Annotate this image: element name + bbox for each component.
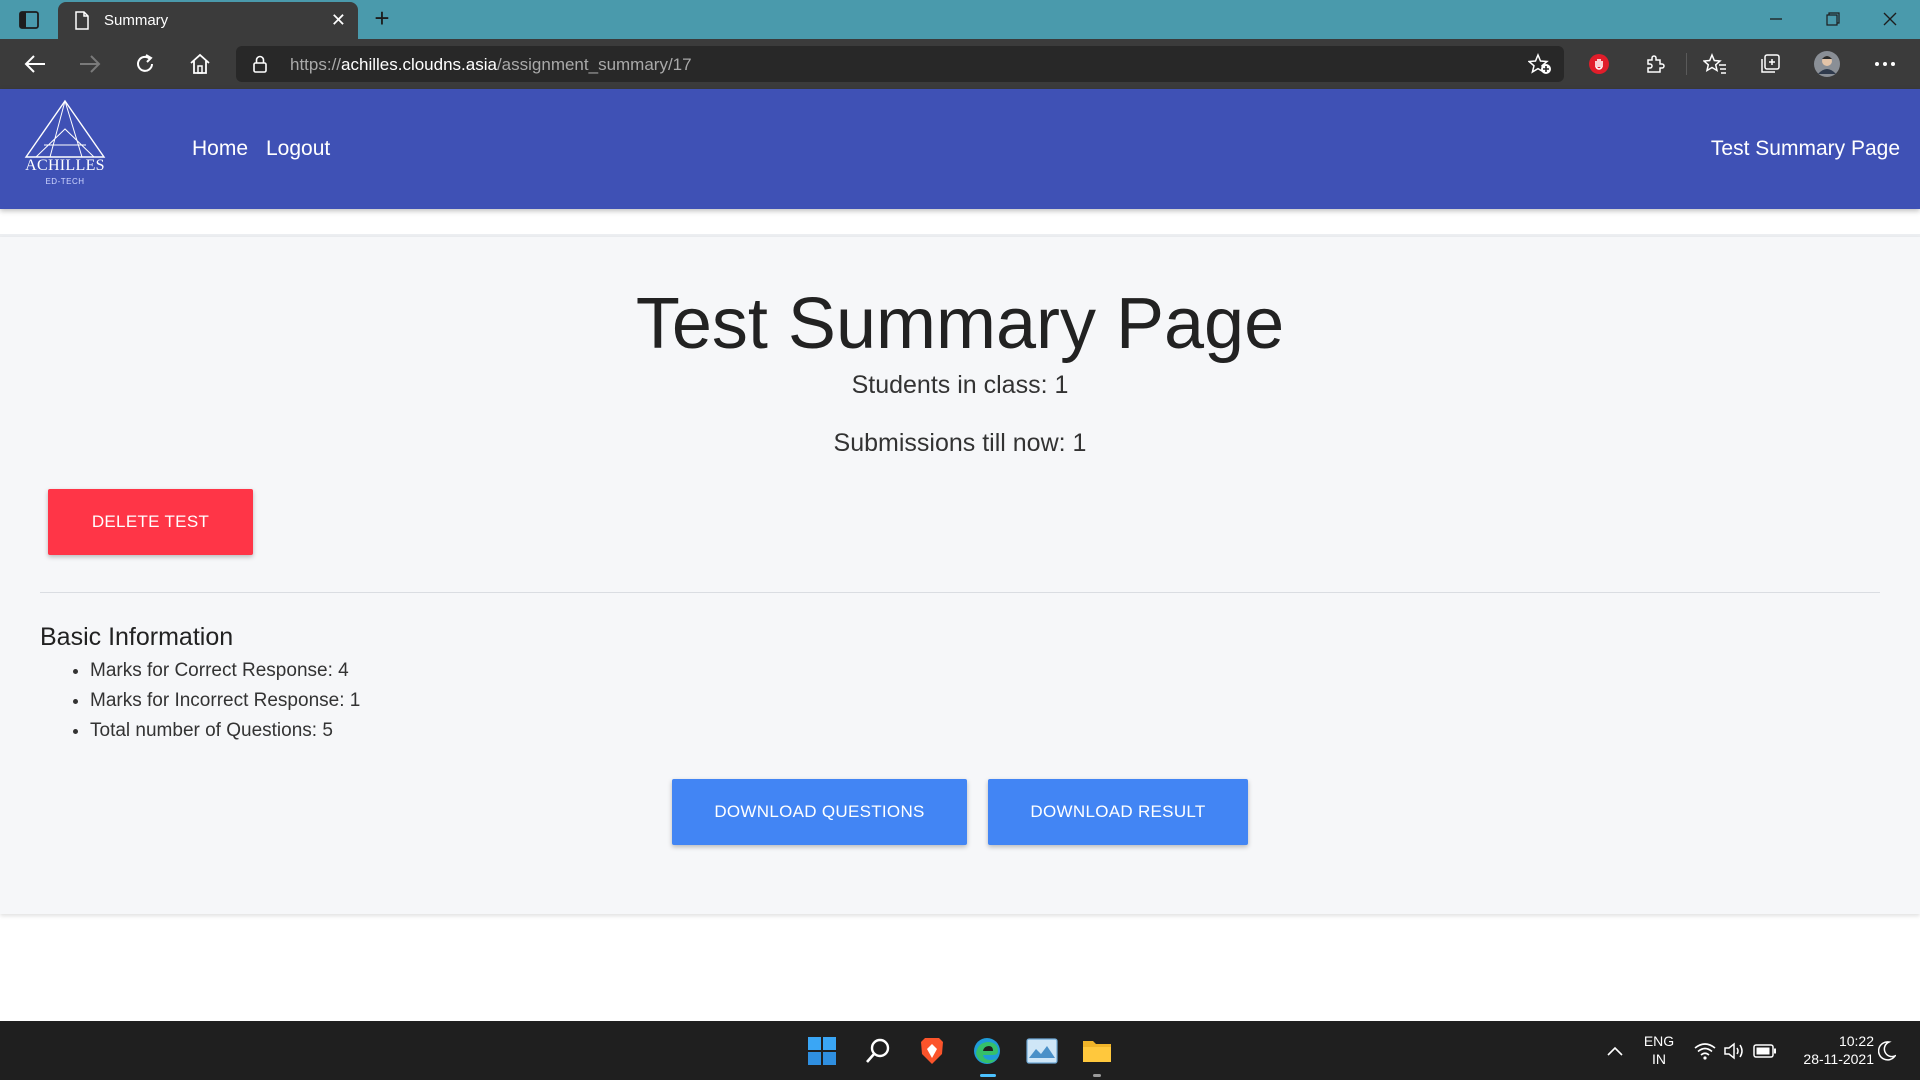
region-code: IN [1652,1051,1666,1067]
browser-tab-summary[interactable]: Summary ✕ [58,2,358,39]
url-text[interactable]: https://achilles.cloudns.asia/assignment… [290,55,692,75]
download-questions-button[interactable]: DOWNLOAD QUESTIONS [672,779,967,845]
clock-date: 28-11-2021 [1803,1051,1874,1067]
page-title: Test Summary Page [635,284,1285,364]
forward-icon[interactable] [75,50,105,78]
file-explorer-icon[interactable] [1079,1033,1115,1069]
list-item: Marks for Correct Response: 4 [90,656,360,686]
favorites-icon[interactable] [1700,50,1730,78]
url-scheme: https:// [290,55,342,74]
profile-avatar[interactable] [1812,50,1842,78]
browser-toolbar: https://achilles.cloudns.asia/assignment… [0,39,1920,89]
toolbar-separator [1686,53,1687,75]
home-icon[interactable] [185,50,215,78]
taskbar: ENG IN 10:22 28-11-2021 [0,1021,1920,1080]
open-app-indicator [1093,1074,1101,1077]
volume-icon[interactable] [1718,1033,1752,1069]
clock[interactable]: 10:22 28-11-2021 [1792,1032,1874,1068]
web-page: ACHILLES ED-TECH Home Logout Test Summar… [0,89,1920,1021]
basic-information-heading: Basic Information [40,623,234,651]
focus-assist-moon-icon[interactable] [1870,1033,1904,1069]
tab-title: Summary [104,12,169,29]
browser-tab-strip: Summary ✕ + [0,0,1920,39]
search-icon[interactable] [860,1033,896,1069]
wifi-icon[interactable] [1688,1033,1722,1069]
edge-browser-icon[interactable] [969,1033,1005,1069]
site-navbar: ACHILLES ED-TECH Home Logout Test Summar… [0,89,1920,209]
nav-link-logout[interactable]: Logout [266,137,330,161]
collections-icon[interactable] [1755,50,1785,78]
achilles-logo[interactable]: ACHILLES ED-TECH [22,99,108,197]
close-window-icon[interactable] [1876,6,1904,32]
close-tab-icon[interactable]: ✕ [331,10,346,30]
windows-start-icon[interactable] [804,1033,840,1069]
url-host: achilles.cloudns.asia [341,55,497,74]
refresh-icon[interactable] [130,50,160,78]
more-options-icon[interactable] [1870,50,1900,78]
restore-icon[interactable] [1819,6,1847,32]
chevron-up-icon[interactable] [1598,1033,1632,1069]
url-path: /assignment_summary/17 [496,55,692,74]
minimize-icon[interactable] [1762,6,1790,32]
list-item: Total number of Questions: 5 [90,716,360,746]
extensions-icon[interactable] [1640,50,1670,78]
navbar-page-title: Test Summary Page [1710,137,1900,160]
back-icon[interactable] [20,50,50,78]
address-bar[interactable]: https://achilles.cloudns.asia/assignment… [236,46,1564,82]
basic-information-list: Marks for Correct Response: 4 Marks for … [90,656,360,746]
summary-card: Test Summary Page Students in class: 1 S… [0,237,1920,914]
logo-icon [24,99,106,158]
add-favorite-icon[interactable] [1527,53,1552,80]
list-item: Marks for Incorrect Response: 1 [90,686,360,716]
nav-link-home[interactable]: Home [192,137,248,161]
download-result-button[interactable]: DOWNLOAD RESULT [988,779,1248,845]
battery-icon[interactable] [1748,1033,1782,1069]
extension-block-icon[interactable] [1584,50,1614,78]
submissions-count: Submissions till now: 1 [833,429,1087,457]
lock-icon[interactable] [252,55,268,78]
page-icon [74,11,90,35]
language-indicator[interactable]: ENG IN [1640,1032,1678,1068]
logo-subtitle: ED-TECH [45,177,85,186]
photos-app-icon[interactable] [1024,1033,1060,1069]
new-tab-button[interactable]: + [368,5,396,33]
delete-test-button[interactable]: DELETE TEST [48,489,253,555]
brave-browser-icon[interactable] [914,1033,950,1069]
section-divider [40,592,1880,593]
active-app-indicator [980,1074,996,1077]
clock-time: 10:22 [1838,1033,1874,1049]
students-in-class: Students in class: 1 [851,371,1069,399]
logo-name: ACHILLES [25,157,105,174]
tab-actions-icon[interactable] [16,8,42,32]
language-code: ENG [1643,1033,1675,1049]
